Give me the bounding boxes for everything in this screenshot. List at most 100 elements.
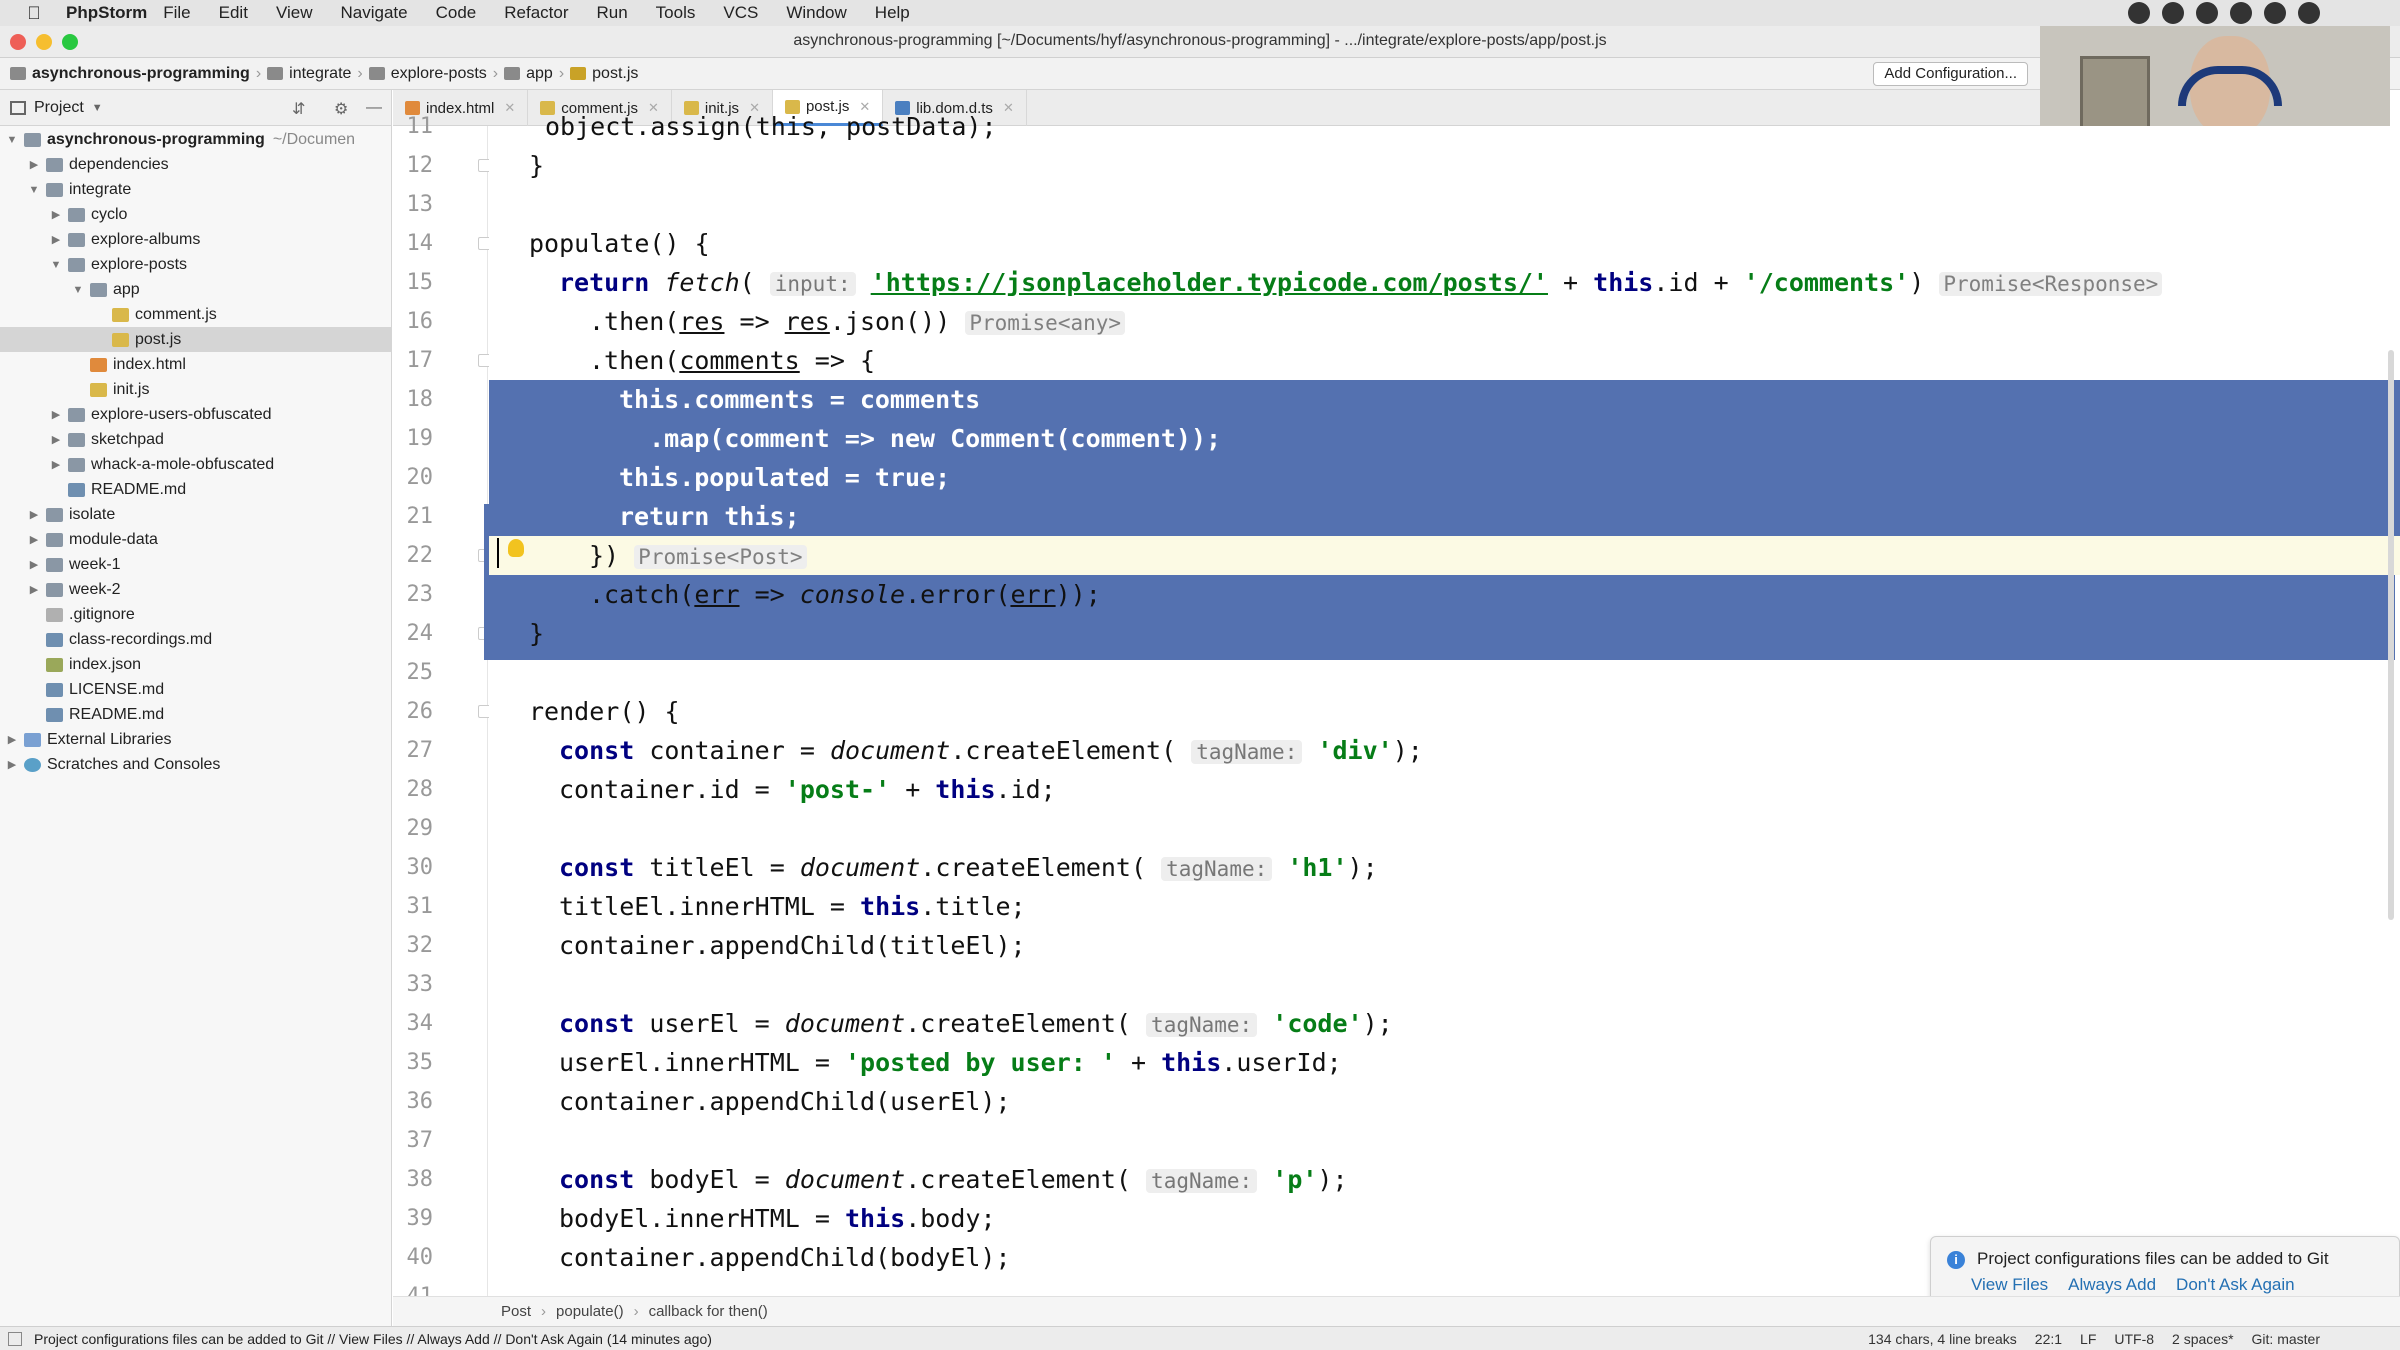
code-line-15[interactable]: return fetch( input: 'https://jsonplaceh… (489, 263, 2400, 302)
add-configuration-button[interactable]: Add Configuration... (1873, 62, 2028, 86)
line-number[interactable]: 13 (393, 185, 434, 224)
code-line-34[interactable]: const userEl = document.createElement( t… (489, 1004, 2400, 1043)
line-number[interactable]: 26 (393, 692, 434, 731)
code-line-23[interactable]: .catch(err => console.error(err)); (489, 575, 2400, 614)
git-branch[interactable]: Git: master (2252, 1331, 2320, 1347)
code-line-11[interactable]: object.assign(this, postData); (489, 107, 2400, 146)
line-number[interactable]: 15 (393, 263, 434, 302)
tree-item[interactable]: class-recordings.md (0, 627, 392, 652)
code-line-19[interactable]: .map(comment => new Comment(comment)); (489, 419, 2400, 458)
tree-item[interactable]: ▼ integrate (0, 177, 392, 202)
line-number[interactable]: 14 (393, 224, 434, 263)
menu-help[interactable]: Help (875, 3, 910, 23)
line-number[interactable]: 35 (393, 1043, 434, 1082)
tree-item[interactable]: ▼ explore-posts (0, 252, 392, 277)
nav-crumb-project[interactable]: asynchronous-programming (10, 65, 250, 83)
line-number[interactable]: 31 (393, 887, 434, 926)
status-app-icon[interactable] (2128, 2, 2150, 24)
nav-crumb-integrate[interactable]: integrate (267, 65, 351, 83)
line-number[interactable]: 32 (393, 926, 434, 965)
chevron-right-icon[interactable]: ▶ (48, 408, 64, 421)
line-number[interactable]: 29 (393, 809, 434, 848)
apple-icon[interactable]:  (14, 3, 54, 24)
menu-run[interactable]: Run (596, 3, 627, 23)
menu-file[interactable]: File (163, 3, 190, 23)
chevron-right-icon[interactable]: ▶ (26, 558, 42, 571)
tree-item[interactable]: ▶ explore-users-obfuscated (0, 402, 392, 427)
code-line-12[interactable]: } (489, 146, 2400, 185)
tree-item[interactable]: comment.js (0, 302, 392, 327)
tree-item[interactable]: init.js (0, 377, 392, 402)
code-line-32[interactable]: container.appendChild(titleEl); (489, 926, 2400, 965)
line-number[interactable]: 36 (393, 1082, 434, 1121)
line-number[interactable]: 38 (393, 1160, 434, 1199)
code-line-36[interactable]: container.appendChild(userEl); (489, 1082, 2400, 1121)
tree-item[interactable]: LICENSE.md (0, 677, 392, 702)
nav-crumb-post-js[interactable]: post.js (570, 65, 638, 83)
line-number[interactable]: 18 (393, 380, 434, 419)
line-number[interactable]: 34 (393, 1004, 434, 1043)
lightbulb-icon[interactable] (508, 539, 524, 557)
tree-item[interactable]: ▼ app (0, 277, 392, 302)
line-ending[interactable]: LF (2080, 1331, 2096, 1347)
tree-item[interactable]: index.html (0, 352, 392, 377)
breadcrumb-callback[interactable]: callback for then() (649, 1303, 768, 1320)
line-number[interactable]: 21 (393, 497, 434, 536)
breadcrumb-class[interactable]: Post (501, 1303, 531, 1320)
chevron-right-icon[interactable]: ▶ (26, 508, 42, 521)
chevron-right-icon[interactable]: ▶ (48, 458, 64, 471)
line-number[interactable]: 20 (393, 458, 434, 497)
code-line-30[interactable]: const titleEl = document.createElement( … (489, 848, 2400, 887)
chevron-down-icon[interactable]: ▼ (48, 259, 64, 271)
line-number[interactable]: 27 (393, 731, 434, 770)
line-number[interactable]: 37 (393, 1121, 434, 1160)
code-line-39[interactable]: bodyEl.innerHTML = this.body; (489, 1199, 2400, 1238)
status-app-icon[interactable] (2162, 2, 2184, 24)
line-number[interactable]: 16 (393, 302, 434, 341)
line-number[interactable]: 19 (393, 419, 434, 458)
menu-vcs[interactable]: VCS (723, 3, 758, 23)
chevron-right-icon[interactable]: ▶ (4, 758, 20, 771)
line-number[interactable]: 24 (393, 614, 434, 653)
tree-item[interactable]: ▶ week-1 (0, 552, 392, 577)
tree-item[interactable]: ▶ module-data (0, 527, 392, 552)
line-number[interactable]: 25 (393, 653, 434, 692)
code-line-27[interactable]: const container = document.createElement… (489, 731, 2400, 770)
menu-tools[interactable]: Tools (656, 3, 696, 23)
code-line-21[interactable]: return this; (489, 497, 2400, 536)
chevron-down-icon[interactable]: ▼ (4, 134, 20, 146)
chevron-right-icon[interactable]: ▶ (48, 433, 64, 446)
gear-icon[interactable]: ⚙ (334, 99, 348, 119)
collapse-all-icon[interactable]: ⇵ (292, 99, 305, 119)
tree-item[interactable]: ▶ External Libraries (0, 727, 392, 752)
status-app-icon[interactable] (2196, 2, 2218, 24)
indent-setting[interactable]: 2 spaces* (2172, 1331, 2233, 1347)
tree-item[interactable]: ▶ sketchpad (0, 427, 392, 452)
dont-ask-again-link[interactable]: Don't Ask Again (2176, 1275, 2295, 1295)
hide-panel-icon[interactable]: — (366, 99, 382, 117)
line-number[interactable]: 17 (393, 341, 434, 380)
code-line-31[interactable]: titleEl.innerHTML = this.title; (489, 887, 2400, 926)
tree-item[interactable]: README.md (0, 702, 392, 727)
line-number[interactable]: 40 (393, 1238, 434, 1277)
tree-item[interactable]: ▶ Scratches and Consoles (0, 752, 392, 777)
line-number[interactable]: 28 (393, 770, 434, 809)
code-line-28[interactable]: container.id = 'post-' + this.id; (489, 770, 2400, 809)
caret-position[interactable]: 22:1 (2035, 1331, 2062, 1347)
status-message[interactable]: Project configurations files can be adde… (34, 1331, 712, 1347)
nav-crumb-explore-posts[interactable]: explore-posts (368, 65, 487, 83)
view-files-link[interactable]: View Files (1971, 1275, 2048, 1295)
tree-item[interactable]: ▶ isolate (0, 502, 392, 527)
line-number[interactable]: 12 (393, 146, 434, 185)
status-app-icon[interactable] (2230, 2, 2252, 24)
chevron-right-icon[interactable]: ▶ (48, 208, 64, 221)
editor-scrollbar[interactable] (2388, 350, 2394, 920)
chevron-right-icon[interactable]: ▶ (26, 583, 42, 596)
code-line-35[interactable]: userEl.innerHTML = 'posted by user: ' + … (489, 1043, 2400, 1082)
tree-item[interactable]: ▶ dependencies (0, 152, 392, 177)
menu-view[interactable]: View (276, 3, 313, 23)
line-number[interactable]: 23 (393, 575, 434, 614)
always-add-link[interactable]: Always Add (2068, 1275, 2156, 1295)
code-line-14[interactable]: populate() { (489, 224, 2400, 263)
chevron-right-icon[interactable]: ▶ (4, 733, 20, 746)
